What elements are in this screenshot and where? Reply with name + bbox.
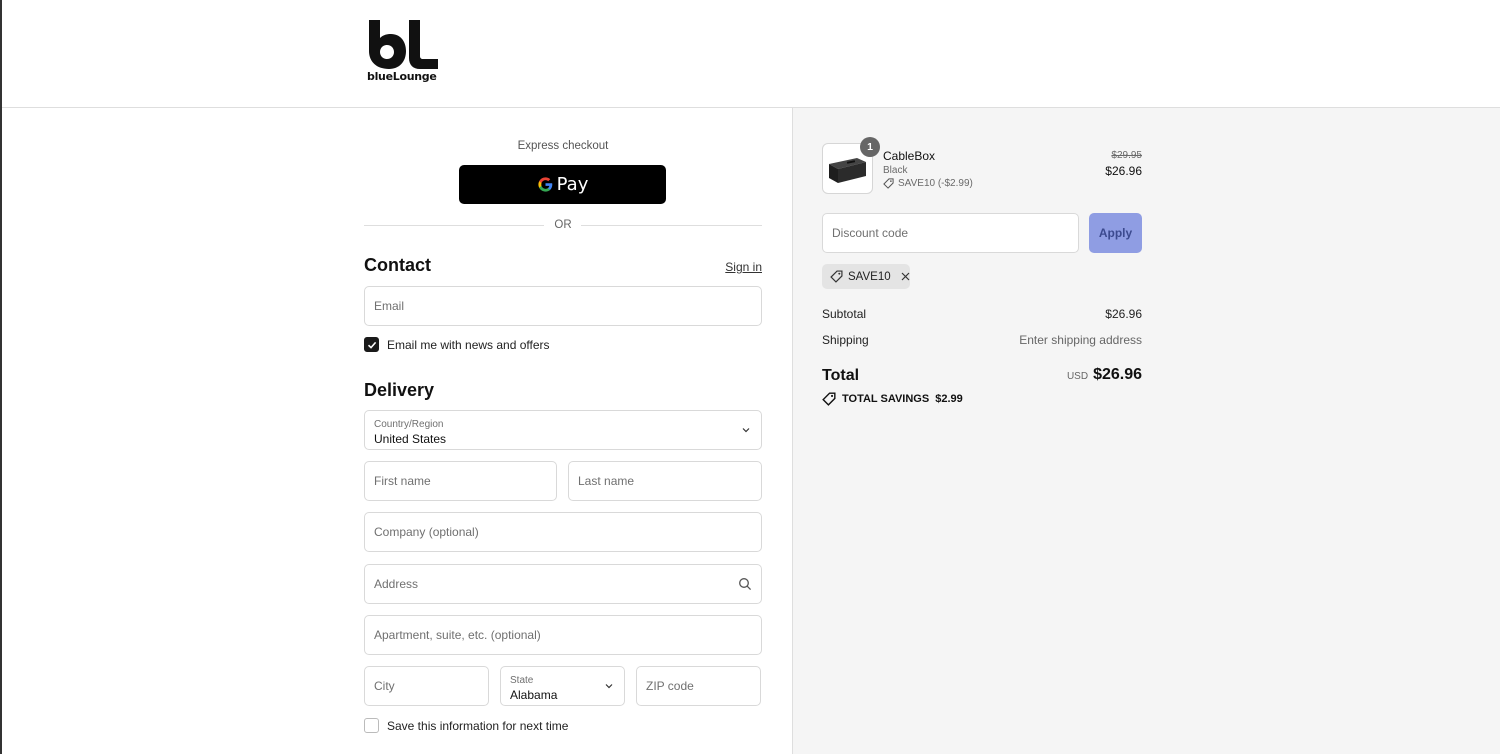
newsletter-checkbox[interactable] (364, 337, 379, 352)
subtotal-value: $26.96 (1105, 307, 1142, 321)
apartment-placeholder: Apartment, suite, etc. (optional) (374, 628, 541, 642)
original-price: $29.95 (1111, 150, 1142, 161)
sign-in-link[interactable]: Sign in (702, 260, 762, 274)
email-field[interactable]: Email (364, 286, 762, 326)
total-savings-label: TOTAL SAVINGS (842, 393, 930, 405)
google-pay-button[interactable]: Pay (459, 165, 666, 204)
express-checkout-label: Express checkout (517, 140, 609, 152)
total-label: Total (822, 367, 860, 384)
quantity-badge: 1 (860, 137, 880, 157)
gpay-label: Pay (556, 174, 589, 195)
total-savings-value: $2.99 (935, 393, 963, 405)
save-info-label: Save this information for next time (387, 718, 569, 733)
save-info-checkbox[interactable] (364, 718, 379, 733)
or-divider: OR (364, 218, 762, 234)
address-field[interactable]: Address (364, 564, 762, 604)
first-name-field[interactable]: First name (364, 461, 557, 501)
email-placeholder: Email (374, 299, 405, 313)
discount-code-placeholder: Discount code (832, 226, 909, 240)
total-savings: TOTAL SAVINGS $2.99 (822, 392, 963, 406)
product-discount-text: SAVE10 (-$2.99) (898, 178, 973, 189)
apply-discount-button[interactable]: Apply (1089, 213, 1142, 253)
tag-icon (883, 178, 894, 189)
address-placeholder: Address (374, 577, 419, 591)
shipping-label: Shipping (822, 333, 869, 347)
delivery-heading: Delivery (364, 380, 435, 400)
tag-icon (822, 392, 836, 406)
brand-logo[interactable]: blueLounge (366, 18, 444, 84)
chevron-down-icon (742, 428, 750, 433)
subtotal-label: Subtotal (822, 307, 867, 321)
apartment-field[interactable]: Apartment, suite, etc. (optional) (364, 615, 762, 655)
total-amount: USD $26.96 (1002, 366, 1142, 384)
newsletter-checkbox-row[interactable]: Email me with news and offers (364, 337, 550, 352)
discount-code-input[interactable]: Discount code (822, 213, 1079, 253)
state-select[interactable]: State Alabama (500, 666, 625, 706)
country-label: Country/Region (374, 419, 444, 430)
country-select[interactable]: Country/Region United States (364, 410, 762, 450)
brand-wordmark: blueLounge (367, 70, 437, 83)
subtotal-row: Subtotal $26.96 (822, 307, 1142, 321)
shipping-row: Shipping Enter shipping address (822, 333, 1142, 347)
checkmark-icon (367, 341, 376, 349)
search-icon[interactable] (738, 577, 752, 591)
order-summary-panel (792, 108, 1500, 754)
state-label: State (510, 675, 534, 686)
or-text: OR (554, 219, 572, 231)
company-placeholder: Company (optional) (374, 525, 479, 539)
country-value: United States (374, 432, 447, 446)
total-value: $26.96 (1093, 366, 1142, 383)
total-currency: USD (1066, 371, 1089, 382)
contact-heading: Contact (364, 255, 431, 275)
chevron-down-icon (605, 684, 613, 689)
city-field[interactable]: City (364, 666, 489, 706)
product-name: CableBox (883, 149, 936, 163)
applied-discount-code: SAVE10 (848, 270, 891, 283)
google-g-icon (538, 177, 552, 192)
remove-discount-button[interactable] (901, 272, 910, 281)
state-value: Alabama (510, 688, 558, 702)
shipping-value: Enter shipping address (1019, 333, 1142, 347)
save-info-checkbox-row[interactable]: Save this information for next time (364, 718, 568, 733)
first-name-placeholder: First name (374, 474, 431, 488)
header: blueLounge (2, 0, 1500, 108)
tag-icon (830, 270, 843, 283)
product-discount: SAVE10 (-$2.99) (883, 178, 973, 189)
newsletter-label: Email me with news and offers (387, 337, 550, 352)
logo-mark-icon (369, 20, 438, 69)
applied-discount-chip: SAVE10 (822, 264, 910, 289)
company-field[interactable]: Company (optional) (364, 512, 762, 552)
product-variant: Black (883, 165, 908, 176)
close-icon (901, 272, 910, 281)
last-name-field[interactable]: Last name (568, 461, 762, 501)
zip-placeholder: ZIP code (646, 679, 694, 693)
last-name-placeholder: Last name (578, 474, 635, 488)
zip-field[interactable]: ZIP code (636, 666, 761, 706)
city-placeholder: City (374, 679, 395, 693)
discounted-price: $26.96 (1105, 164, 1142, 178)
